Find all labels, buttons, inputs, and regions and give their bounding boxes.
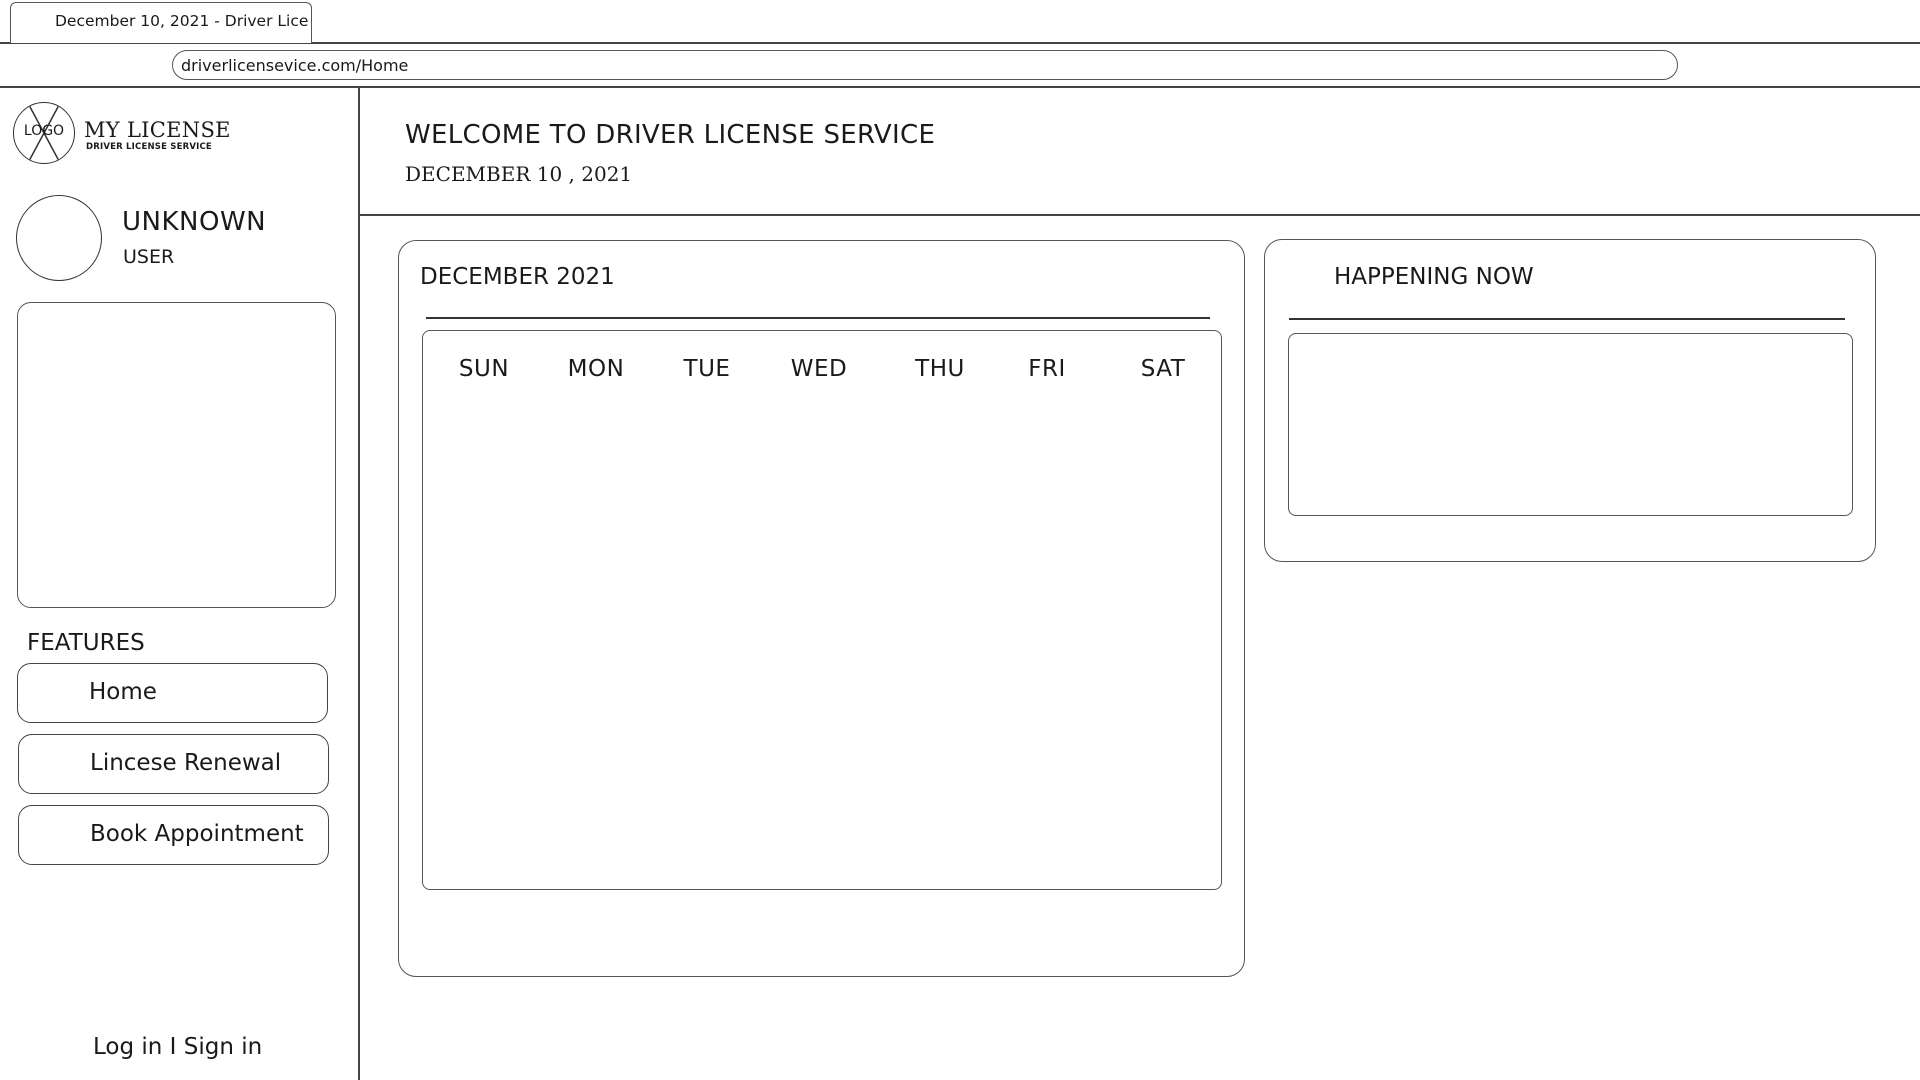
tab-title: December 10, 2021 - Driver Licens xyxy=(55,12,309,30)
weekday-mon: MON xyxy=(567,356,625,382)
weekday-fri: FRI xyxy=(1028,356,1066,382)
sidebar-divider xyxy=(358,87,360,1080)
address-bar[interactable]: driverlicensevice.com/Home xyxy=(172,50,1678,80)
login-signin-link[interactable]: Log in I Sign in xyxy=(93,1034,262,1060)
browser-chrome-divider xyxy=(0,86,1920,88)
sidebar-info-panel xyxy=(17,302,336,608)
page-date: DECEMBER 10 , 2021 xyxy=(405,162,633,186)
page: December 10, 2021 - Driver Licens driver… xyxy=(0,0,1920,1080)
logo-placeholder-icon: LOGO xyxy=(13,102,75,164)
calendar-title-divider xyxy=(426,317,1210,319)
weekday-wed: WED xyxy=(790,356,848,382)
happening-now-title: HAPPENING NOW xyxy=(1334,264,1534,290)
nav-home-label: Home xyxy=(89,679,157,705)
happening-now-content xyxy=(1288,333,1853,516)
user-role: USER xyxy=(123,246,175,268)
nav-home-button[interactable]: Home xyxy=(17,663,328,723)
browser-tab[interactable]: December 10, 2021 - Driver Licens xyxy=(10,2,312,43)
calendar-grid[interactable] xyxy=(422,330,1222,890)
weekday-sat: SAT xyxy=(1140,356,1186,382)
happening-now-divider xyxy=(1289,318,1845,320)
nav-book-appointment-button[interactable]: Book Appointment xyxy=(18,805,329,865)
logo-text: LOGO xyxy=(23,123,65,139)
user-name: UNKNOWN xyxy=(122,207,267,237)
header-divider xyxy=(359,214,1920,216)
nav-book-appointment-label: Book Appointment xyxy=(90,821,304,847)
url-text: driverlicensevice.com/Home xyxy=(181,56,409,75)
calendar-month-title: DECEMBER 2021 xyxy=(420,264,615,290)
brand-subtitle: DRIVER LICENSE SERVICE xyxy=(86,142,212,152)
page-title: WELCOME TO DRIVER LICENSE SERVICE xyxy=(405,120,936,150)
nav-license-renewal-label: Lincese Renewal xyxy=(90,750,282,776)
avatar[interactable] xyxy=(16,195,102,281)
weekday-thu: THU xyxy=(915,356,965,382)
weekday-tue: TUE xyxy=(683,356,731,382)
nav-license-renewal-button[interactable]: Lincese Renewal xyxy=(18,734,329,794)
brand-title: MY LICENSE xyxy=(84,118,231,142)
weekday-sun: SUN xyxy=(458,356,510,382)
features-heading: FEATURES xyxy=(27,630,145,656)
